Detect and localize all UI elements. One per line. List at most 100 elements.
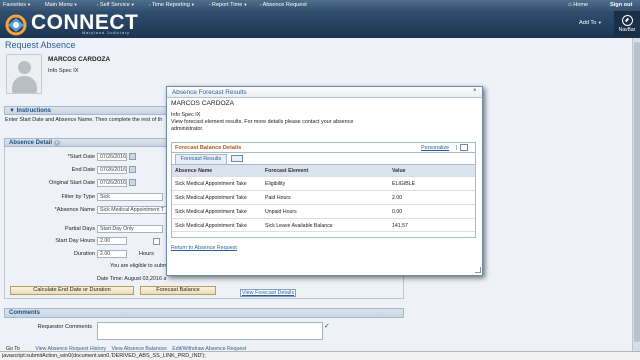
chevron-down-icon: ▼	[190, 2, 195, 7]
home-label: Home	[573, 2, 589, 8]
cell-absence-name: Sick Medical Appointment Take	[175, 181, 247, 187]
connect-logo-icon	[5, 14, 27, 36]
cell-absence-name: Sick Medical Appointment Take	[175, 209, 247, 215]
favorites-menu[interactable]: Favorites▼	[3, 2, 31, 8]
filter-by-type-select[interactable]: Sick	[97, 193, 163, 201]
absence-detail-header-label: Absence Detail	[9, 140, 53, 146]
calendar-icon[interactable]	[129, 153, 136, 160]
date-time-text: Date Time: August 03,2016 at 11:10	[97, 276, 166, 282]
add-to-menu[interactable]: Add To ▼	[579, 20, 602, 26]
vertical-scrollbar[interactable]	[632, 38, 640, 351]
breadcrumb-label: Self Service	[99, 2, 130, 8]
end-date-label: End Date	[71, 167, 95, 173]
breadcrumb-time-reporting[interactable]: › Time Reporting▼	[148, 2, 195, 8]
spellcheck-icon[interactable]: ✓	[324, 322, 330, 330]
breadcrumb-label: Time Reporting	[151, 2, 190, 8]
employee-job-title: Info Spec IX	[48, 68, 79, 74]
col-value: Value	[392, 168, 406, 174]
home-link[interactable]: ⌂ Home	[567, 2, 588, 8]
calculate-end-date-button[interactable]: Calculate End Date or Duration	[10, 286, 134, 295]
table-row: Sick Medical Appointment Take Eligibilit…	[172, 176, 475, 190]
scrollbar-thumb[interactable]	[634, 42, 640, 342]
absence-detail-section-header: Absence Detail ?	[4, 138, 176, 147]
collapse-triangle-icon: ▼	[9, 108, 17, 114]
duration-unit: Hours	[139, 251, 154, 257]
favorites-label: Favorites	[3, 2, 27, 8]
return-to-absence-request-link[interactable]: Return to Absence Request	[171, 245, 237, 251]
personalize-link[interactable]: Personalize	[421, 145, 449, 151]
chevron-down-icon: ▼	[73, 2, 78, 7]
calendar-icon[interactable]	[129, 179, 136, 186]
chevron-down-icon: ▼	[597, 20, 602, 25]
chevron-down-icon: ▼	[243, 2, 248, 7]
table-row: Sick Medical Appointment Take Sick Leave…	[172, 218, 475, 232]
person-icon	[18, 61, 31, 74]
chevron-down-icon: ▼	[130, 2, 135, 7]
show-all-columns-icon[interactable]	[231, 155, 243, 162]
app-logo-subtitle: Maryland Judiciary	[82, 30, 130, 35]
start-day-hours-label: Start Day Hours	[55, 238, 95, 244]
start-date-input[interactable]: 07/26/2016	[97, 153, 127, 161]
help-icon[interactable]: ?	[53, 140, 60, 146]
cell-value: 2.00	[392, 195, 403, 201]
add-to-label: Add To	[579, 20, 597, 26]
zoom-icon[interactable]	[460, 144, 468, 151]
close-icon[interactable]: ×	[473, 88, 477, 94]
grid-separator: |	[456, 145, 458, 151]
tab-forecast-results[interactable]: Forecast Results	[175, 154, 227, 164]
navbar-button[interactable]: NavBar	[614, 11, 640, 38]
breadcrumb-report-time[interactable]: › Report Time▼	[208, 2, 247, 8]
start-day-hours-input[interactable]: 2.00	[97, 237, 127, 245]
instructions-section-header[interactable]: ▼ Instructions	[4, 106, 176, 115]
breadcrumb-separator-icon: ›	[260, 2, 262, 7]
calendar-icon[interactable]	[129, 166, 136, 173]
breadcrumb-separator-icon: ›	[209, 2, 211, 7]
instructions-text: Enter Start Date and Absence Name. Then …	[5, 117, 163, 123]
comments-section-header: Comments	[4, 308, 404, 318]
original-start-date-input[interactable]: 07/26/2016	[97, 179, 127, 187]
cell-value: ELIGIBLE	[392, 181, 416, 187]
end-date-input[interactable]: 07/26/2016	[97, 166, 127, 174]
table-row: Sick Medical Appointment Take Unpaid Hou…	[172, 204, 475, 218]
absence-name-label: *Absence Name	[54, 207, 95, 213]
breadcrumb-separator-icon: ›	[97, 2, 99, 7]
absence-name-select[interactable]: Sick Medical Appointment T	[97, 206, 167, 214]
person-body-shape	[12, 76, 37, 93]
grid-title-bar: Forecast Balance Details Personalize |	[172, 143, 475, 153]
cell-absence-name: Sick Medical Appointment Take	[175, 195, 247, 201]
page-title: Request Absence	[5, 40, 76, 50]
grid-title: Forecast Balance Details	[175, 145, 242, 151]
requestor-comments-label: Requestor Comments	[37, 324, 92, 330]
cell-absence-name: Sick Medical Appointment Take	[175, 223, 247, 229]
breadcrumb-self-service[interactable]: › Self Service▼	[96, 2, 135, 8]
top-menu-bar: Favorites▼ Main Menu▼ › Self Service▼ › …	[0, 0, 640, 11]
signout-link[interactable]: Sign out	[610, 2, 632, 8]
view-forecast-details-link[interactable]: View Forecast Details	[240, 289, 296, 297]
grid-header-row: Absence Name Forecast Element Value	[172, 164, 475, 176]
cell-forecast-element: Paid Hours	[265, 195, 291, 201]
home-icon: ⌂	[568, 2, 572, 8]
cell-value: 141.57	[392, 223, 408, 229]
col-absence-name: Absence Name	[175, 168, 213, 174]
requestor-comments-textarea[interactable]	[97, 322, 323, 340]
cell-forecast-element: Unpaid Hours	[265, 209, 297, 215]
instructions-header-label: Instructions	[16, 108, 51, 114]
partial-days-select[interactable]: Start Day Only	[97, 225, 163, 233]
breadcrumb-separator-icon: ›	[149, 2, 151, 7]
modal-job-title: Info Spec IX	[171, 112, 201, 118]
navbar-label: NavBar	[618, 27, 636, 33]
duration-input[interactable]: 2.00	[97, 250, 127, 258]
partial-days-label: Partial Days	[64, 226, 95, 232]
resize-handle-icon[interactable]	[475, 267, 481, 273]
main-menu[interactable]: Main Menu▼	[45, 2, 78, 8]
main-menu-label: Main Menu	[45, 2, 73, 8]
breadcrumb-absence-request[interactable]: › Absence Request	[259, 2, 307, 8]
checkbox[interactable]	[153, 238, 160, 245]
cell-value: 0.00	[392, 209, 403, 215]
modal-header[interactable]: Absence Forecast Results	[167, 87, 482, 98]
compass-icon	[621, 15, 633, 26]
chevron-down-icon: ▼	[27, 2, 31, 7]
forecast-balance-button[interactable]: Forecast Balance	[140, 286, 216, 295]
breadcrumb-label: Absence Request	[262, 2, 307, 8]
duration-label: Duration	[73, 251, 95, 257]
